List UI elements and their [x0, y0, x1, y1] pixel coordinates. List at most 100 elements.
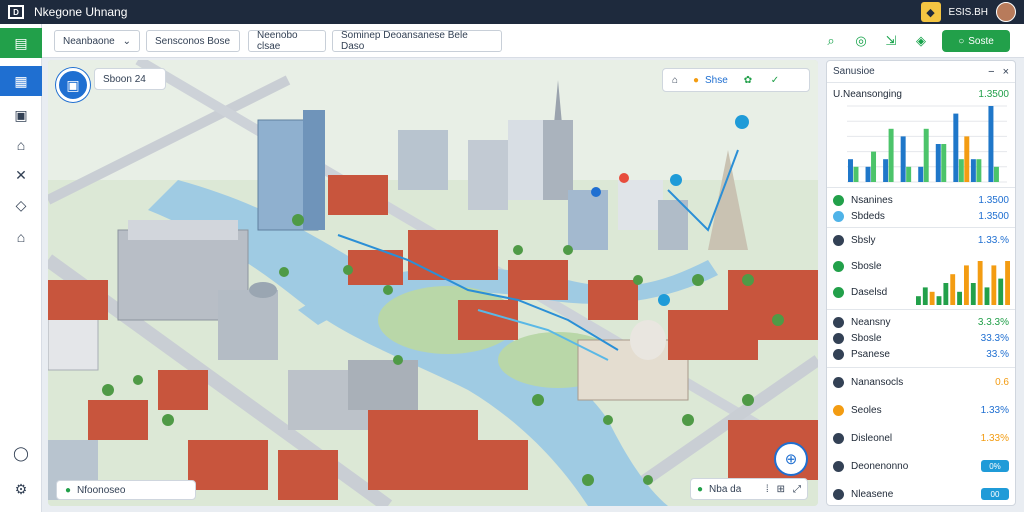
chart-bar: [918, 166, 924, 182]
panel-row[interactable]: Disleonel 1.33%: [833, 429, 1009, 447]
panel-row-label: Nleasene: [851, 488, 894, 500]
mini-chart-bar: [970, 283, 976, 305]
mini-chart-bar: [943, 283, 949, 305]
compass-icon[interactable]: ⊕: [774, 442, 808, 476]
chart-bar: [958, 159, 964, 182]
panel-row-label: Neansny: [851, 316, 891, 328]
chart-card: U.Neansonging 1.3500: [833, 89, 1009, 193]
home-icon[interactable]: ▤: [0, 28, 42, 58]
warehouse-icon[interactable]: ⌂: [0, 222, 42, 252]
value-badge: 0%: [981, 460, 1009, 472]
status-dot-icon: [833, 376, 844, 388]
settings-icon[interactable]: ⚙: [0, 474, 42, 504]
mini-chart-bar: [929, 291, 935, 305]
panel-row-label: Sbdeds: [851, 210, 885, 222]
chart-bar: [970, 159, 976, 182]
status-dot-icon: [833, 404, 844, 416]
map-layer-button[interactable]: ▣: [56, 68, 90, 102]
status-dot-icon: [833, 260, 844, 272]
city-map-icon[interactable]: ▦: [0, 66, 42, 96]
status-dot-icon: [833, 286, 844, 298]
left-rail: ▤ ▦ ▣ ⌂ ✕ ◇ ⌂ ◯ ⚙: [0, 24, 42, 512]
panel-row-value: 33.%: [986, 348, 1009, 360]
panel-row-label: Nanansocls: [851, 376, 904, 388]
minimize-icon[interactable]: −: [988, 66, 994, 78]
map-tools-chip: ⌂ ● Shse ✿ ✓: [662, 68, 810, 92]
fire-icon[interactable]: ●: [687, 75, 705, 86]
chart-bar: [941, 144, 947, 182]
help-icon[interactable]: ◯: [0, 438, 42, 468]
panel-title: Sanusioe: [833, 66, 875, 77]
status-dot-icon: [833, 432, 844, 444]
panel-row[interactable]: Seoles 1.33%: [833, 401, 1009, 419]
panel-row-value: 1.3500: [978, 194, 1009, 206]
green-dot-icon: ●: [697, 483, 704, 495]
mini-chart-bar: [916, 296, 921, 305]
refresh-icon[interactable]: ◎: [852, 32, 870, 50]
panel-row[interactable]: Psanese 33.%: [833, 345, 1009, 363]
panel-row[interactable]: Nleasene 00: [833, 485, 1009, 503]
mini-bar-chart: [916, 261, 1010, 305]
cube-icon[interactable]: ◇: [0, 190, 42, 220]
chart-bar: [953, 113, 959, 182]
notification-icon[interactable]: ◆: [920, 2, 941, 22]
city-map[interactable]: ▣ Sboon 24 ⌂ ● Shse ✿ ✓ ● Nfoonoseo ⊕ ● …: [48, 60, 818, 506]
panel-row-label: Daselsd: [851, 286, 888, 298]
panel-row-value: 1.33%: [980, 432, 1009, 444]
status-dot-icon: [833, 316, 844, 328]
chart-bar: [883, 159, 889, 182]
panel-row-label: Seoles: [851, 404, 882, 416]
building-icon[interactable]: ▣: [0, 100, 42, 130]
value-badge: 00: [981, 488, 1009, 500]
avatar[interactable]: [996, 2, 1016, 22]
home-map-icon[interactable]: ⌂: [663, 75, 687, 86]
mini-chart-bar: [998, 278, 1004, 305]
toolbar-button-1[interactable]: Sensconos Bose: [146, 30, 240, 52]
house-icon[interactable]: ⌂: [0, 130, 42, 160]
panel-row[interactable]: Sbsly 1.33.%: [833, 231, 1009, 249]
status-dot-icon: [833, 234, 844, 246]
top-bar: D Nkegone Uhnang ◆ ESIS.BH: [0, 0, 1024, 24]
panel-row[interactable]: Deonenonno 0%: [833, 457, 1009, 475]
fullscreen-icon[interactable]: ⤢: [793, 484, 801, 495]
map-zoom-label: Nba da: [709, 483, 742, 495]
chart-bar: [935, 144, 941, 182]
locate-icon[interactable]: ◈: [912, 32, 930, 50]
toolbar-button-2[interactable]: Neenobo clsae: [248, 30, 326, 52]
chart-bar: [865, 166, 871, 182]
check-icon[interactable]: ✓: [761, 75, 789, 86]
layers-icon[interactable]: ⊞: [777, 484, 785, 495]
chart-bar: [976, 159, 982, 182]
city-map-illustration: [48, 60, 818, 506]
mini-chart-bar: [1005, 261, 1010, 305]
area-dropdown-label: Neanbaone: [63, 35, 115, 47]
chart-bar: [871, 151, 877, 182]
map-info-chip: Sboon 24: [94, 68, 166, 90]
mini-chart-bar: [922, 287, 928, 305]
panel-row[interactable]: Nanansocls 0.6: [833, 373, 1009, 391]
area-dropdown[interactable]: Neanbaone ⌄: [54, 30, 140, 52]
panel-row-value: 3.3.3%: [977, 316, 1009, 328]
toolbar-button-3[interactable]: Sominep Deoansanese Bele Daso: [332, 30, 502, 52]
chart-value: 1.3500: [978, 89, 1009, 100]
chart-bar: [906, 166, 912, 182]
mini-chart-bar: [991, 265, 997, 305]
status-dot-icon: [833, 210, 844, 222]
mini-chart-bar: [964, 265, 969, 305]
toolbar: Neanbaone ⌄ Sensconos Bose Neenobo clsae…: [42, 24, 1024, 58]
user-label: ESIS.BH: [948, 6, 988, 18]
chart-title: U.Neansonging: [833, 89, 902, 100]
grid-icon[interactable]: ⁞: [766, 484, 769, 495]
leaf-icon[interactable]: ✿: [735, 75, 761, 86]
tools-icon[interactable]: ✕: [0, 160, 42, 190]
panel-row-label: Sbsly: [851, 234, 876, 246]
search-icon[interactable]: ⌕: [822, 32, 840, 50]
map-status-label: Nfoonoseo: [77, 484, 126, 496]
panel-row[interactable]: Sbdeds 1.3500: [833, 207, 1009, 225]
panel-row-label: Deonenonno: [851, 460, 909, 472]
status-dot-icon: ●: [65, 484, 72, 496]
close-icon[interactable]: ×: [1003, 66, 1009, 78]
action-button[interactable]: ○ Soste: [942, 30, 1010, 52]
status-dot-icon: [833, 348, 844, 360]
expand-icon[interactable]: ⇲: [882, 32, 900, 50]
